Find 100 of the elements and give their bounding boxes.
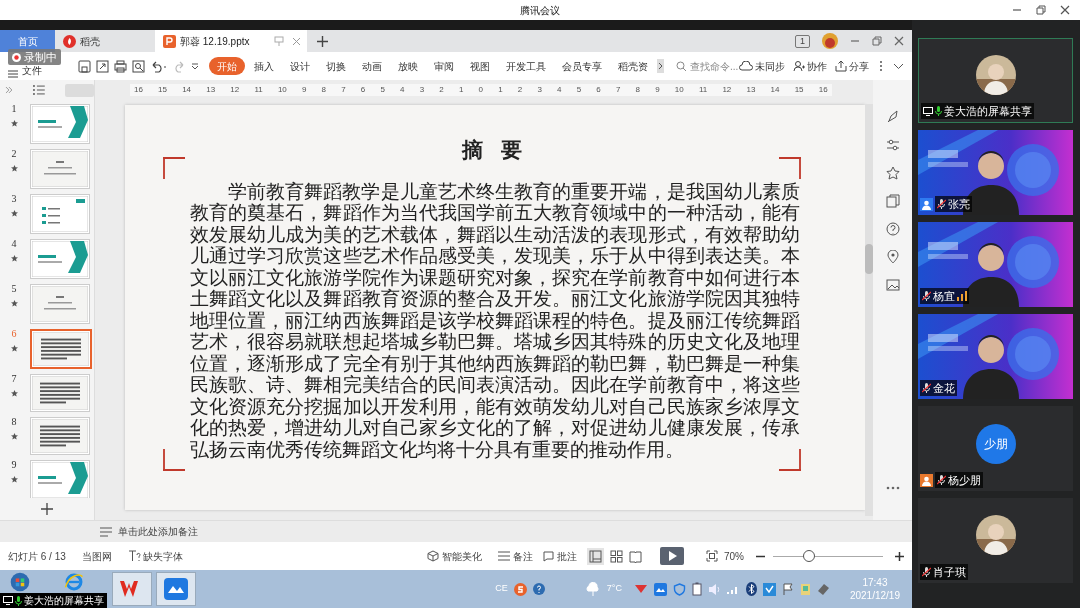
comments-button[interactable]: 批注 <box>543 548 577 564</box>
dropdown-icon[interactable] <box>191 62 199 70</box>
screen-icon <box>3 596 13 605</box>
missing-font-button[interactable]: 缺失字体 <box>127 548 183 564</box>
browser-icon[interactable] <box>64 572 84 592</box>
taskbar-app-button[interactable] <box>112 572 152 606</box>
device-icon[interactable] <box>816 583 830 595</box>
sync-button[interactable]: 未同步 <box>739 58 785 74</box>
zoom-slider-thumb[interactable] <box>803 550 816 562</box>
ribbon-tab[interactable]: 切换 <box>319 57 353 75</box>
preview-icon[interactable] <box>132 59 145 73</box>
slide-thumbnail-frame[interactable] <box>30 149 90 189</box>
help-icon[interactable] <box>532 583 545 595</box>
notes-field[interactable]: 单击此处添加备注 <box>118 524 198 539</box>
copy-icon[interactable] <box>885 194 900 208</box>
slide-canvas[interactable] <box>125 105 865 510</box>
participant-name-label: 杨少朋 <box>935 472 983 488</box>
print-icon[interactable] <box>114 59 127 73</box>
ribbon-tab[interactable]: 稻壳资 <box>611 57 655 75</box>
play-button[interactable] <box>660 547 684 565</box>
file-menu[interactable]: 文件 <box>8 63 68 80</box>
user-avatar-icon[interactable] <box>822 33 838 49</box>
slide-thumbnail-frame[interactable] <box>30 417 90 455</box>
tab[interactable]: 首页 <box>0 30 55 52</box>
muted-microphone-icon <box>922 291 931 301</box>
ribbon-tab[interactable]: 会员专享 <box>555 57 609 75</box>
slide-thumbnail-frame[interactable] <box>30 104 90 144</box>
flag-icon[interactable] <box>781 583 794 595</box>
chevron-right-icon[interactable] <box>657 59 664 73</box>
undo-icon[interactable] <box>150 59 168 73</box>
grid-view-icon[interactable] <box>610 549 623 563</box>
slide-thumbnail-frame[interactable] <box>30 329 92 369</box>
participant-name-label: 金花 <box>920 380 957 396</box>
share-button[interactable]: 分享 <box>835 58 869 74</box>
window-count-badge[interactable]: 1 <box>795 34 810 48</box>
meeting-tray-icon[interactable] <box>653 582 667 596</box>
scrollbar[interactable] <box>865 104 873 516</box>
ribbon-tab[interactable]: 插入 <box>247 57 281 75</box>
sliders-icon[interactable] <box>885 138 900 152</box>
ribbon-tab[interactable]: 开发工具 <box>499 57 553 75</box>
slide-thumbnail-frame[interactable] <box>30 194 90 234</box>
cloud-icon <box>584 582 601 596</box>
cloud-icon <box>739 60 753 72</box>
restore-icon[interactable] <box>872 36 882 46</box>
add-tab-icon[interactable] <box>317 35 328 47</box>
presentation-file-icon <box>163 34 176 48</box>
theme-name[interactable]: 当图网 <box>81 548 112 564</box>
outline-icon[interactable] <box>32 84 45 96</box>
fit-window-icon[interactable] <box>706 550 718 562</box>
zoom-slider[interactable] <box>773 550 883 562</box>
battery-icon[interactable] <box>691 582 702 596</box>
beautify-button[interactable]: 智能美化 <box>427 548 482 564</box>
cube-icon <box>427 550 439 562</box>
start-orb-icon[interactable] <box>10 572 30 592</box>
star-icon[interactable] <box>885 166 900 180</box>
ribbon-tab[interactable]: 审阅 <box>427 57 461 75</box>
more-icon[interactable] <box>885 486 900 490</box>
zoom-in-icon[interactable] <box>895 551 904 561</box>
participant-tile[interactable]: 张亮 <box>918 130 1073 215</box>
participant-tile[interactable]: 少朋 杨少朋 <box>918 406 1073 491</box>
collab-button[interactable]: 协作 <box>793 58 827 74</box>
restore-icon[interactable] <box>1036 5 1046 15</box>
participant-tile[interactable]: 金花 <box>918 314 1073 399</box>
ribbon-tab[interactable]: 设计 <box>283 57 317 75</box>
participant-tile[interactable]: 肖子琪 <box>918 498 1073 583</box>
ribbon-tab[interactable]: 动画 <box>355 57 389 75</box>
notes-button[interactable]: 备注 <box>498 548 533 564</box>
more-icon[interactable] <box>879 60 883 72</box>
reading-view-icon[interactable] <box>629 549 642 563</box>
slide-thumbnail-frame[interactable] <box>30 284 90 324</box>
help-icon[interactable] <box>885 222 900 236</box>
crop-mark <box>779 449 801 471</box>
search-icon <box>676 60 687 72</box>
initials-avatar: 少朋 <box>975 423 1016 464</box>
picture-frame-icon[interactable] <box>885 278 900 292</box>
export-icon[interactable] <box>96 59 109 73</box>
location-icon[interactable] <box>885 250 900 264</box>
add-slide-icon[interactable] <box>41 503 53 515</box>
collapse-icon[interactable] <box>893 62 904 70</box>
ribbon-tab[interactable]: 放映 <box>391 57 425 75</box>
participant-tile[interactable]: 姜大浩的屏幕共享 <box>918 38 1073 123</box>
close-icon[interactable] <box>894 36 904 46</box>
tray-app-icon[interactable] <box>762 582 776 596</box>
participant-name-label: 杨宜 <box>920 288 969 304</box>
crop-mark <box>163 449 185 471</box>
participant-tile[interactable]: 杨宜 <box>918 222 1073 307</box>
expand-icon[interactable] <box>5 86 13 94</box>
slide-thumbnail-frame[interactable] <box>30 460 90 498</box>
normal-view-icon[interactable] <box>587 547 604 565</box>
command-search[interactable]: 查找命令... <box>676 58 739 74</box>
sogou-icon[interactable] <box>513 582 527 596</box>
bluetooth-icon[interactable] <box>745 582 757 596</box>
zoom-level[interactable]: 70% <box>724 548 744 564</box>
slide-thumbnail-frame[interactable] <box>30 374 90 412</box>
close-icon[interactable] <box>1060 5 1070 15</box>
taskbar-app-button[interactable] <box>156 572 196 606</box>
ribbon-tab[interactable]: 视图 <box>463 57 497 75</box>
slide-thumbnail-frame[interactable] <box>30 239 90 279</box>
save-icon[interactable] <box>78 59 91 73</box>
shield-icon[interactable] <box>672 582 686 596</box>
